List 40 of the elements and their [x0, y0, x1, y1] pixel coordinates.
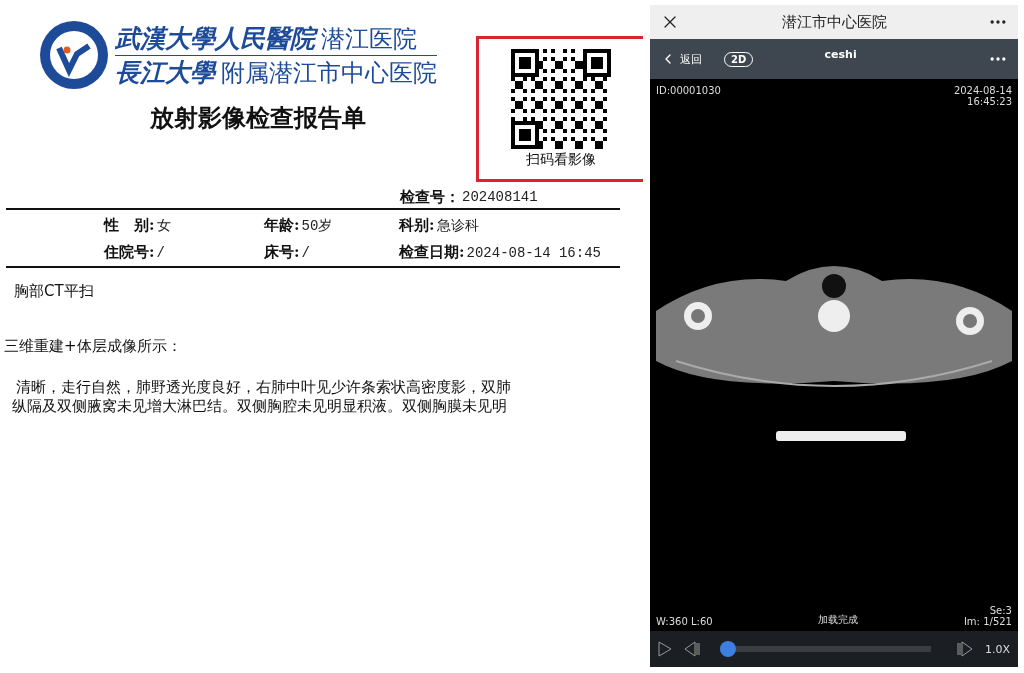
field-value: 急诊科 [436, 216, 479, 235]
study-id: ID:00001030 [656, 85, 721, 96]
field-value: 50岁 [301, 216, 333, 235]
back-button[interactable]: 返回 [660, 51, 702, 67]
exam-item: 胸部CT平扫 [13, 282, 95, 301]
qr-caption: 扫码看影像 [526, 151, 596, 169]
findings-text: 清晰，走行自然，肺野透光度良好，右肺中叶见少许条索状高密度影，双肺 [15, 378, 512, 397]
field-value: / [301, 244, 310, 261]
affiliated-hospital-name: 附属潜江市中心医院 [221, 57, 437, 89]
hospital-branch: 潜江医院 [321, 23, 417, 55]
field-label: 科别: [399, 216, 435, 235]
series-number: Se:3 [989, 605, 1012, 616]
play-icon[interactable] [658, 641, 672, 657]
previous-frame-icon[interactable] [684, 641, 700, 657]
field-label: 住院号: [104, 243, 155, 262]
study-time: 16:45:23 [967, 96, 1012, 107]
hospital-logo [39, 20, 109, 90]
page-title: 潜江市中心医院 [781, 12, 887, 32]
image-number: Im: 1/521 [963, 616, 1012, 627]
field-value: / [156, 244, 165, 261]
report-title: 放射影像检查报告单 [150, 102, 366, 134]
findings-text: 纵隔及双侧腋窝未见增大淋巴结。双侧胸腔未见明显积液。双侧胸膜未见明 [11, 397, 508, 416]
field-label: 年龄: [264, 216, 300, 235]
field-label: 床号: [264, 243, 300, 262]
study-date: 2024-08-14 [953, 85, 1012, 96]
speed-button[interactable]: 1.0X [984, 642, 1010, 656]
field-value: 女 [156, 216, 171, 235]
next-frame-icon[interactable] [956, 641, 973, 657]
qr-code[interactable] [511, 49, 611, 149]
field-value: 2024-08-14 16:45 [466, 244, 601, 261]
field-label: 性 别: [104, 216, 155, 235]
method-text: 三维重建+体层成像所示： [3, 337, 183, 356]
load-status: 加载完成 [818, 613, 859, 627]
university-name: 長江大學 [115, 56, 215, 89]
window-level: W:360 L:60 [656, 616, 713, 627]
slider-thumb[interactable] [720, 641, 736, 657]
field-label: 检查号： [400, 187, 460, 207]
field-value: 202408141 [462, 189, 538, 205]
field-label: 检查日期: [399, 243, 465, 262]
patient-name: ceshi [823, 47, 858, 61]
